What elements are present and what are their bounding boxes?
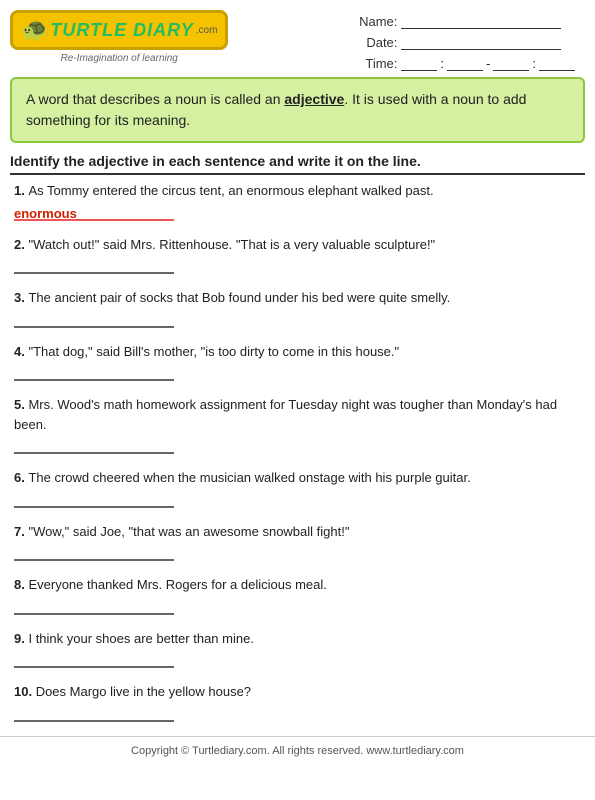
definition-box: A word that describes a noun is called a…: [10, 77, 585, 143]
time-fields: : - :: [401, 56, 575, 71]
question-9: 9. I think your shoes are better than mi…: [14, 629, 581, 669]
question-number-2: 2.: [14, 237, 28, 252]
answer-line-8[interactable]: [14, 599, 174, 615]
name-label: Name:: [357, 14, 397, 29]
answer-line-4[interactable]: [14, 365, 174, 381]
question-2: 2. "Watch out!" said Mrs. Rittenhouse. "…: [14, 235, 581, 275]
question-3: 3. The ancient pair of socks that Bob fo…: [14, 288, 581, 328]
question-text-1: 1. As Tommy entered the circus tent, an …: [14, 181, 581, 201]
answer-line-5[interactable]: [14, 438, 174, 454]
question-number-1: 1.: [14, 183, 28, 198]
answer-text-1: enormous: [14, 206, 77, 221]
time-line-4[interactable]: [539, 57, 575, 71]
logo-tagline: Re-Imagination of learning: [61, 53, 178, 64]
question-text-2: 2. "Watch out!" said Mrs. Rittenhouse. "…: [14, 235, 581, 255]
questions-container: 1. As Tommy entered the circus tent, an …: [0, 181, 595, 722]
question-text-6: 6. The crowd cheered when the musician w…: [14, 468, 581, 488]
header: 🐢 TURTLE DIARY .com Re-Imagination of le…: [0, 0, 595, 77]
time-line-3[interactable]: [493, 57, 529, 71]
time-line-1[interactable]: [401, 57, 437, 71]
answer-line-1[interactable]: enormous: [14, 205, 174, 221]
question-number-8: 8.: [14, 577, 28, 592]
question-number-4: 4.: [14, 344, 28, 359]
question-10: 10. Does Margo live in the yellow house?: [14, 682, 581, 722]
turtle-icon: 🐢: [21, 17, 48, 43]
date-row: Date:: [357, 35, 575, 50]
time-line-2[interactable]: [447, 57, 483, 71]
question-number-10: 10.: [14, 684, 36, 699]
time-label: Time:: [357, 56, 397, 71]
answer-line-7[interactable]: [14, 545, 174, 561]
date-line[interactable]: [401, 36, 561, 50]
question-text-9: 9. I think your shoes are better than mi…: [14, 629, 581, 649]
question-8: 8. Everyone thanked Mrs. Rogers for a de…: [14, 575, 581, 615]
answer-line-6[interactable]: [14, 492, 174, 508]
question-number-3: 3.: [14, 290, 28, 305]
question-text-5: 5. Mrs. Wood's math homework assignment …: [14, 395, 581, 434]
logo-text: TURTLE DIARY: [50, 20, 193, 41]
logo-area: 🐢 TURTLE DIARY .com Re-Imagination of le…: [10, 10, 228, 64]
answer-line-10[interactable]: [14, 706, 174, 722]
question-number-7: 7.: [14, 524, 28, 539]
question-5: 5. Mrs. Wood's math homework assignment …: [14, 395, 581, 454]
time-row: Time: : - :: [357, 56, 575, 71]
name-row: Name:: [357, 14, 575, 29]
question-1: 1. As Tommy entered the circus tent, an …: [14, 181, 581, 221]
question-text-4: 4. "That dog," said Bill's mother, "is t…: [14, 342, 581, 362]
logo-com: .com: [196, 25, 218, 36]
question-number-5: 5.: [14, 397, 28, 412]
definition-keyword: adjective: [284, 91, 344, 107]
question-6: 6. The crowd cheered when the musician w…: [14, 468, 581, 508]
name-line[interactable]: [401, 15, 561, 29]
footer: Copyright © Turtlediary.com. All rights …: [0, 736, 595, 765]
question-text-10: 10. Does Margo live in the yellow house?: [14, 682, 581, 702]
question-text-7: 7. "Wow," said Joe, "that was an awesome…: [14, 522, 581, 542]
question-number-9: 9.: [14, 631, 28, 646]
answer-line-3[interactable]: [14, 312, 174, 328]
question-number-6: 6.: [14, 470, 28, 485]
date-label: Date:: [357, 35, 397, 50]
answer-line-2[interactable]: [14, 258, 174, 274]
definition-text-before: A word that describes a noun is called a…: [26, 91, 284, 107]
question-7: 7. "Wow," said Joe, "that was an awesome…: [14, 522, 581, 562]
logo-box: 🐢 TURTLE DIARY .com: [10, 10, 228, 50]
question-4: 4. "That dog," said Bill's mother, "is t…: [14, 342, 581, 382]
form-fields: Name: Date: Time: : - :: [357, 10, 575, 71]
question-text-8: 8. Everyone thanked Mrs. Rogers for a de…: [14, 575, 581, 595]
instructions: Identify the adjective in each sentence …: [10, 153, 585, 175]
question-text-3: 3. The ancient pair of socks that Bob fo…: [14, 288, 581, 308]
answer-line-9[interactable]: [14, 652, 174, 668]
